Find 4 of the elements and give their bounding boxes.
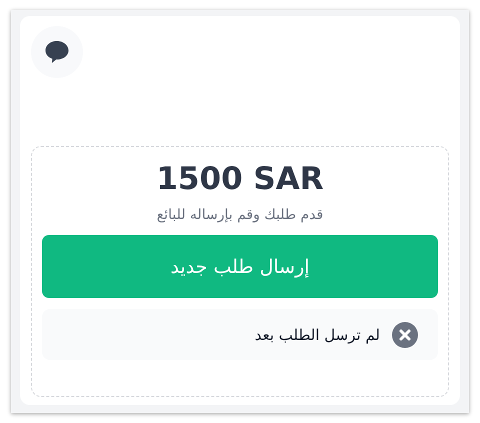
subtitle: قدم طلبك وقم بإرساله للبائع bbox=[156, 206, 324, 225]
status-text: لم ترسل الطلب بعد bbox=[254, 326, 380, 344]
submit-button[interactable]: إرسال طلب جديد bbox=[42, 235, 438, 298]
amount: 1500 SAR bbox=[155, 160, 325, 199]
